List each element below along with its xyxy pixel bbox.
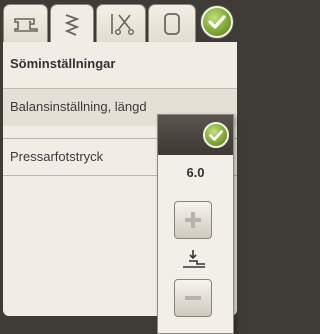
minus-icon <box>185 296 201 300</box>
decrease-button[interactable] <box>174 279 212 317</box>
confirm-tab-button[interactable] <box>201 6 233 38</box>
checkmark-icon <box>209 129 223 141</box>
pressure-value: 6.0 <box>186 165 205 180</box>
increase-button[interactable] <box>174 201 212 239</box>
stitch-zigzag-icon <box>64 13 80 36</box>
checkmark-icon <box>208 15 226 29</box>
plus-icon <box>185 212 201 228</box>
frame-icon <box>164 12 180 35</box>
popup-header <box>158 115 233 155</box>
value-popup: 6.0 <box>157 114 234 334</box>
tab-bar <box>0 0 240 44</box>
sewing-machine-icon <box>13 17 38 32</box>
tab-sewing-machine[interactable] <box>3 4 48 42</box>
scissors-needle-icon <box>111 13 135 35</box>
tab-frame[interactable] <box>148 4 196 42</box>
tab-tools[interactable] <box>96 4 146 42</box>
presser-foot-pressure-icon <box>183 250 205 268</box>
popup-confirm-button[interactable] <box>203 122 229 148</box>
page-title: Söminställningar <box>10 56 116 71</box>
tab-stitch[interactable] <box>50 4 94 44</box>
settings-panel: Söminställningar Balansinställning, läng… <box>3 42 237 334</box>
